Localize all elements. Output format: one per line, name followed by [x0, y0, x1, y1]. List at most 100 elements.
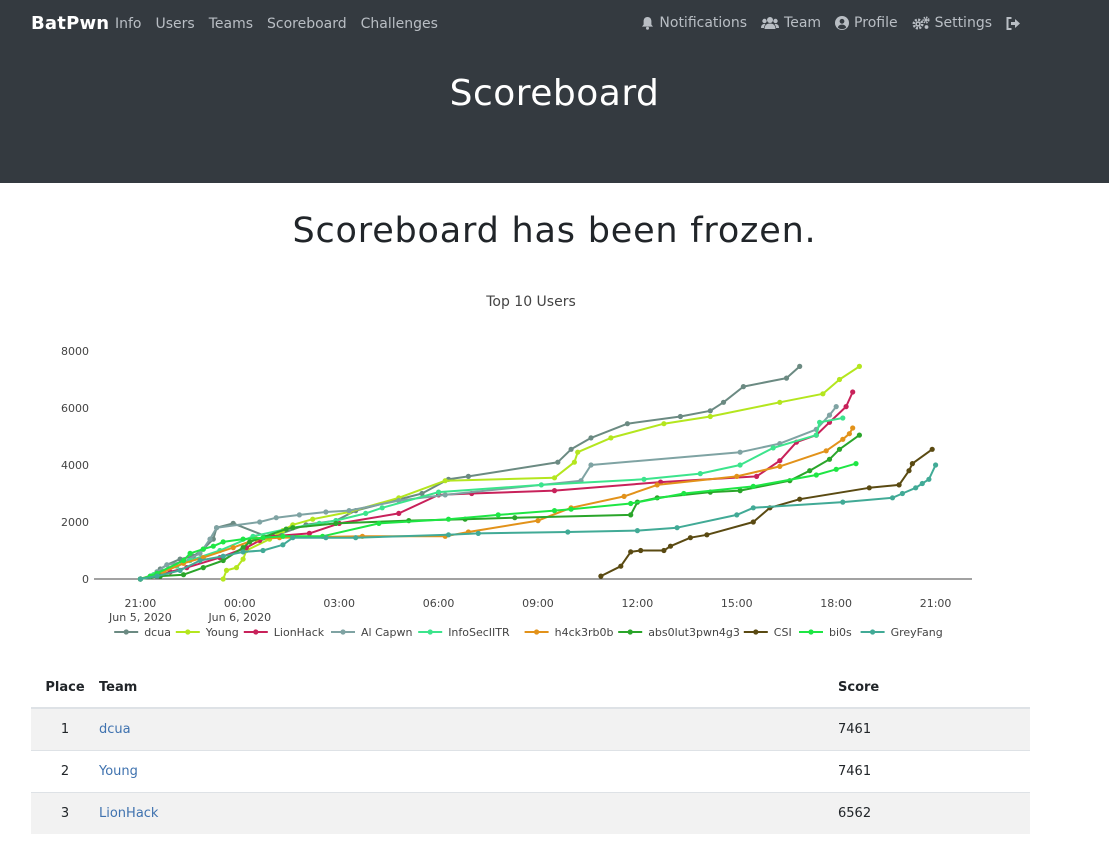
data-point[interactable] [654, 482, 660, 488]
data-point[interactable] [588, 462, 594, 468]
data-point[interactable] [551, 475, 558, 481]
legend-item[interactable]: dcua [114, 626, 171, 639]
data-point[interactable] [187, 550, 193, 556]
data-point[interactable] [820, 391, 826, 397]
data-point[interactable] [628, 512, 634, 518]
data-point[interactable] [836, 376, 843, 383]
data-point[interactable] [568, 446, 574, 452]
data-point[interactable] [777, 458, 783, 464]
data-point[interactable] [813, 472, 819, 478]
data-point[interactable] [750, 519, 756, 525]
brand-logo[interactable]: BatPwn [31, 13, 109, 34]
data-point[interactable] [571, 459, 578, 465]
nav-logout-link[interactable] [1006, 16, 1021, 30]
data-point[interactable] [475, 530, 481, 536]
data-point[interactable] [856, 432, 863, 438]
data-point[interactable] [677, 413, 684, 420]
data-point[interactable] [734, 473, 740, 479]
data-point[interactable] [240, 549, 246, 555]
data-point[interactable] [866, 485, 872, 491]
data-point[interactable] [551, 508, 558, 514]
data-point[interactable] [260, 547, 266, 554]
data-point[interactable] [396, 510, 402, 516]
data-point[interactable] [899, 490, 906, 497]
data-point[interactable] [737, 449, 743, 455]
data-point[interactable] [333, 520, 339, 526]
data-point[interactable] [283, 526, 289, 532]
data-point[interactable] [624, 421, 631, 427]
data-point[interactable] [323, 509, 329, 515]
legend-item[interactable]: Al Capwn [331, 626, 412, 639]
series-young[interactable] [220, 363, 863, 582]
score-graph[interactable]: Top 10 Users 02000400060008000 21:00Jun … [0, 285, 1109, 650]
nav-settings-link[interactable]: Settings [912, 15, 992, 31]
data-point[interactable] [737, 462, 743, 468]
data-point[interactable] [137, 576, 143, 582]
data-point[interactable] [661, 421, 667, 427]
nav-profile-link[interactable]: Profile [835, 15, 898, 31]
data-point[interactable] [555, 459, 561, 465]
data-point[interactable] [495, 512, 501, 518]
data-point[interactable] [180, 572, 187, 578]
data-point[interactable] [220, 576, 226, 582]
data-point[interactable] [813, 432, 819, 438]
data-point[interactable] [807, 468, 813, 474]
data-point[interactable] [260, 535, 266, 541]
data-point[interactable] [667, 543, 674, 549]
data-point[interactable] [783, 375, 790, 381]
legend-item[interactable]: h4ck3rb0b [524, 626, 614, 639]
team-link[interactable]: dcua [99, 722, 131, 737]
data-point[interactable] [568, 506, 574, 512]
data-point[interactable] [465, 473, 471, 479]
data-point[interactable] [817, 419, 823, 425]
legend-item[interactable]: abs0lut3pwn4g3 [618, 626, 740, 639]
legend-item[interactable]: bi0s [799, 626, 852, 639]
data-point[interactable] [850, 425, 856, 431]
nav-users-link[interactable]: Users [156, 16, 195, 32]
data-point[interactable] [823, 448, 829, 454]
nav-teams-link[interactable]: Teams [209, 16, 253, 32]
data-point[interactable] [220, 553, 226, 559]
data-point[interactable] [687, 535, 694, 541]
legend-item[interactable]: Young [175, 626, 239, 639]
data-point[interactable] [618, 563, 624, 569]
data-point[interactable] [306, 530, 312, 536]
data-point[interactable] [565, 529, 571, 535]
data-point[interactable] [628, 549, 634, 555]
data-point[interactable] [641, 476, 647, 482]
data-point[interactable] [442, 478, 448, 484]
data-point[interactable] [376, 520, 382, 526]
data-point[interactable] [621, 493, 627, 499]
nav-notifications-link[interactable]: Notifications [641, 15, 747, 31]
data-point[interactable] [750, 483, 756, 489]
data-point[interactable] [634, 528, 641, 534]
data-point[interactable] [674, 525, 680, 531]
data-point[interactable] [214, 525, 220, 531]
data-point[interactable] [363, 510, 369, 516]
data-point[interactable] [290, 525, 296, 531]
data-point[interactable] [777, 463, 783, 469]
data-point[interactable] [929, 446, 935, 452]
data-point[interactable] [197, 557, 203, 564]
data-point[interactable] [704, 532, 710, 538]
data-point[interactable] [230, 545, 236, 551]
data-point[interactable] [512, 515, 518, 521]
data-point[interactable] [588, 435, 594, 441]
data-point[interactable] [247, 539, 253, 545]
team-link[interactable]: LionHack [99, 806, 158, 821]
data-point[interactable] [180, 557, 187, 564]
data-point[interactable] [323, 535, 329, 541]
data-point[interactable] [856, 363, 863, 369]
data-point[interactable] [290, 535, 296, 541]
nav-info-link[interactable]: Info [115, 16, 142, 32]
data-point[interactable] [913, 485, 919, 491]
data-point[interactable] [575, 449, 581, 455]
data-point[interactable] [223, 567, 230, 573]
series-csi[interactable] [598, 446, 935, 579]
data-point[interactable] [889, 495, 896, 501]
data-point[interactable] [707, 408, 713, 414]
nav-scoreboard-link[interactable]: Scoreboard [267, 16, 347, 32]
data-point[interactable] [442, 492, 448, 498]
data-point[interactable] [896, 482, 902, 488]
nav-challenges-link[interactable]: Challenges [361, 16, 438, 32]
